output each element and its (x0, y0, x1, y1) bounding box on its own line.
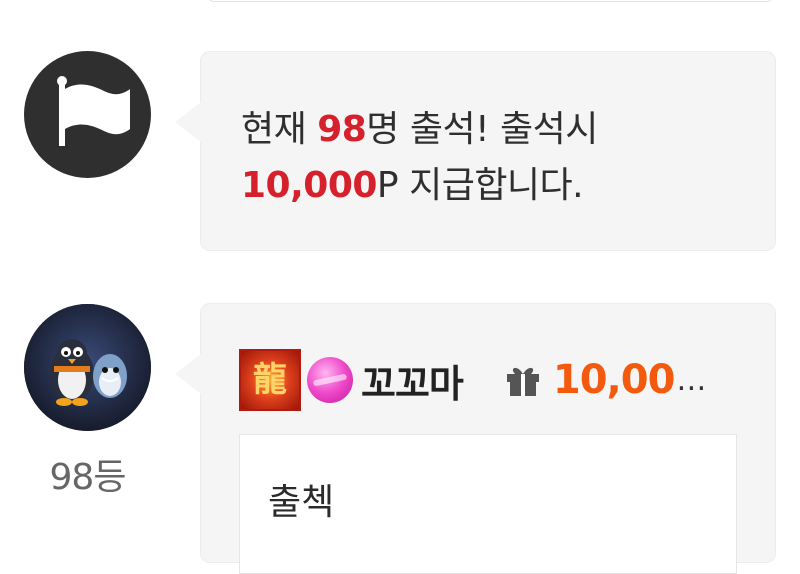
message-header: 龍 꼬꼬마 10,00… (239, 348, 759, 412)
bubble-tail (175, 354, 201, 394)
reward-amount: 10,000 (241, 165, 377, 206)
gift-amount-ellipsis: … (676, 362, 707, 398)
notice-line2-suffix: P 지급합니다. (376, 165, 584, 206)
attendance-notice-text: 현재 98명 출석! 출석시 10,000P 지급합니다. (241, 102, 751, 214)
user-avatar[interactable] (24, 304, 151, 431)
flag-avatar (24, 51, 151, 178)
chat-message-bubble: 龍 꼬꼬마 10,00… 출첵 (175, 303, 776, 574)
message-text: 출첵 (268, 482, 335, 523)
penguin-avatar (24, 304, 151, 431)
candy-level-icon (307, 357, 353, 403)
notice-prefix: 현재 (241, 109, 318, 150)
dragon-badge-icon: 龍 (239, 349, 301, 411)
user-rank: 98등 (49, 457, 127, 498)
previous-message-card (208, 0, 773, 2)
message-box: 출첵 (239, 434, 737, 574)
bubble-tail (175, 102, 201, 142)
attendance-notice-bubble: 현재 98명 출석! 출석시 10,000P 지급합니다. (175, 51, 776, 251)
nickname[interactable]: 꼬꼬마 (361, 353, 464, 408)
flag-icon (57, 76, 130, 146)
attendance-count: 98 (317, 109, 367, 150)
notice-line1-suffix: 명 출석! 출석시 (366, 109, 598, 150)
gift-icon (506, 367, 539, 396)
gift-amount: 10,00 (552, 357, 676, 403)
